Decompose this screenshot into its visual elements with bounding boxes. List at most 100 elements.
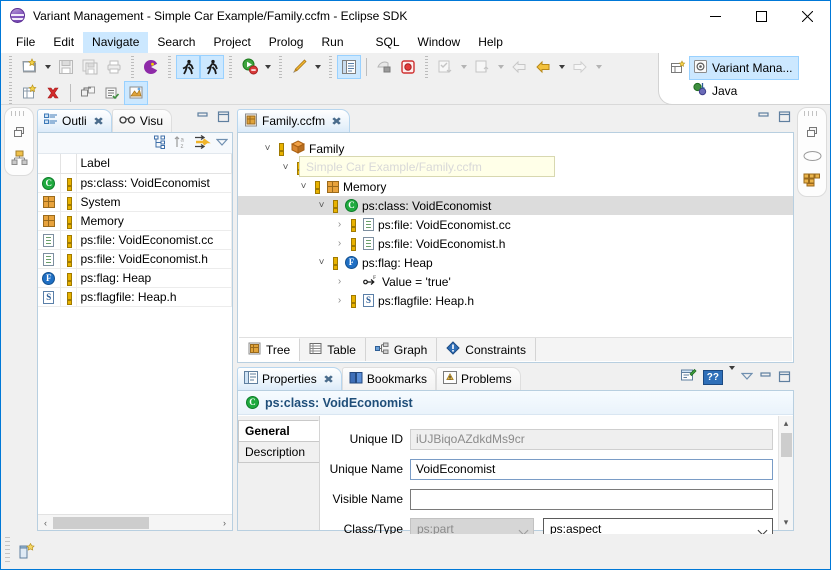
record-icon[interactable] [396,55,420,79]
tree-row-psflag-heap[interactable]: ˅ F ps:flag: Heap [238,253,793,272]
ellipse-shape-icon[interactable] [803,150,822,165]
open-perspective-icon[interactable] [667,58,689,78]
pin-icon[interactable] [680,368,697,386]
tab-constraints[interactable]: Constraints [437,338,536,361]
unique-name-input[interactable]: VoidEconomist [410,458,773,480]
help-question-icon[interactable]: ?? [702,369,723,385]
side-tab-description[interactable]: Description [238,441,319,463]
vscroll-thumb[interactable] [780,433,792,457]
menu-sql[interactable]: SQL [367,32,409,53]
outline-hierarchy-icon[interactable] [11,150,28,169]
view-minimize-icon[interactable] [759,371,772,384]
hscroll-thumb[interactable] [53,516,149,529]
twisty-open-icon[interactable]: ˅ [314,200,329,211]
dropdown-caret-icon[interactable] [729,366,735,384]
scroll-left-button[interactable]: ‹ [38,515,53,530]
side-tab-general[interactable]: General [238,420,319,442]
tree-row-memory[interactable]: ˅ Memory [238,177,793,196]
table-row[interactable]: F ps:flag: Heap [38,268,232,288]
view-menu-icon[interactable] [740,370,754,384]
menu-window[interactable]: Window [409,32,470,53]
external-tools-dropdown[interactable] [311,55,324,79]
view-minimize-icon[interactable] [196,111,209,124]
drag-grip[interactable] [804,111,820,116]
menu-project[interactable]: Project [204,32,259,53]
tab-visualization[interactable]: Visu [111,109,173,132]
variant-icon[interactable] [124,80,148,105]
close-icon[interactable]: ✖ [93,115,104,128]
table-view-icon[interactable] [803,172,821,190]
scroll-down-button[interactable]: ▾ [779,515,794,530]
scroll-up-button[interactable]: ▴ [779,416,794,431]
perspective-variant-management[interactable]: Variant Mana... [689,55,800,80]
close-icon[interactable]: ✖ [323,373,334,386]
tree-row-value[interactable]: › F Value = 'true' [238,272,793,291]
new-feature-model-icon[interactable] [17,81,41,105]
tab-tree[interactable]: Tree [239,338,301,361]
properties-view-icon[interactable] [337,54,361,79]
tree-row-psfile-cc[interactable]: › ps:file: VoidEconomist.cc [238,215,793,234]
filter-icon[interactable] [194,134,211,152]
restore-icon[interactable] [805,125,820,143]
back-history-icon[interactable] [531,55,555,79]
table-row[interactable]: ps:file: VoidEconomist.cc [38,230,232,250]
prolog-console-icon[interactable] [139,55,163,79]
tab-graph[interactable]: Graph [366,338,438,361]
tab-problems[interactable]: Problems [435,367,521,390]
link-editor-icon[interactable] [76,81,100,105]
menu-edit[interactable]: Edit [44,32,83,53]
tree-row-psclass-voideconomist[interactable]: ˅ C ps:class: VoidEconomist [238,196,793,215]
menu-navigate[interactable]: Navigate [83,31,149,53]
tab-properties[interactable]: Properties ✖ [237,367,342,390]
run-as-icon[interactable] [237,55,261,79]
outline-hscrollbar[interactable]: ‹ › [38,514,232,530]
scroll-right-button[interactable]: › [217,515,232,530]
delete-icon[interactable] [41,81,65,105]
tab-outline[interactable]: Outli ✖ [37,109,112,132]
view-maximize-icon[interactable] [778,370,791,384]
menu-prolog[interactable]: Prolog [260,32,313,53]
twisty-closed-icon[interactable]: › [332,295,347,306]
close-icon[interactable]: ✖ [331,115,342,128]
drag-grip[interactable] [11,111,27,116]
table-row[interactable]: ps:file: VoidEconomist.h [38,249,232,269]
chevron-down-icon[interactable] [759,525,768,534]
minimize-button[interactable] [692,1,738,31]
run-as-dropdown[interactable] [261,55,274,79]
table-row[interactable]: System [38,192,232,212]
run-icon[interactable] [176,54,200,79]
twisty-closed-icon[interactable]: › [332,219,347,230]
restore-icon[interactable] [12,125,27,143]
view-maximize-icon[interactable] [778,111,791,124]
debug-run-icon[interactable] [200,54,224,79]
menu-help[interactable]: Help [469,32,512,53]
new-wizard-dropdown[interactable] [41,55,54,79]
external-tools-icon[interactable] [287,55,311,79]
menu-run[interactable]: Run [312,32,352,53]
tab-bookmarks[interactable]: Bookmarks [341,367,436,390]
properties-vscrollbar[interactable]: ▴ ▾ [778,416,793,530]
table-row[interactable]: C ps:class: VoidEconomist [38,173,232,193]
tab-table[interactable]: Table [300,338,366,361]
checklist-icon[interactable] [100,81,124,105]
close-button[interactable] [784,1,830,31]
tree-row-psflagfile-heaph[interactable]: › S ps:flagfile: Heap.h [238,291,793,310]
twisty-open-icon[interactable]: ˅ [260,143,275,154]
tree-row-psfile-h[interactable]: › ps:file: VoidEconomist.h [238,234,793,253]
new-wizard-icon[interactable] [17,55,41,79]
view-maximize-icon[interactable] [217,111,230,124]
view-menu-icon[interactable] [215,136,229,150]
collapse-all-icon[interactable] [154,135,169,152]
twisty-open-icon[interactable]: ˅ [278,162,293,173]
perspective-java[interactable]: Java [689,79,743,102]
menu-file[interactable]: File [7,32,44,53]
twisty-open-icon[interactable]: ˅ [314,257,329,268]
tab-family-ccfm[interactable]: Family.ccfm ✖ [237,109,351,132]
header-label[interactable]: Label [76,154,232,174]
table-row[interactable]: Memory [38,211,232,231]
visible-name-input[interactable] [410,488,773,510]
maximize-button[interactable] [738,1,784,31]
twisty-closed-icon[interactable]: › [332,276,347,287]
twisty-closed-icon[interactable]: › [332,238,347,249]
sort-alpha-icon[interactable]: a z [174,135,189,152]
